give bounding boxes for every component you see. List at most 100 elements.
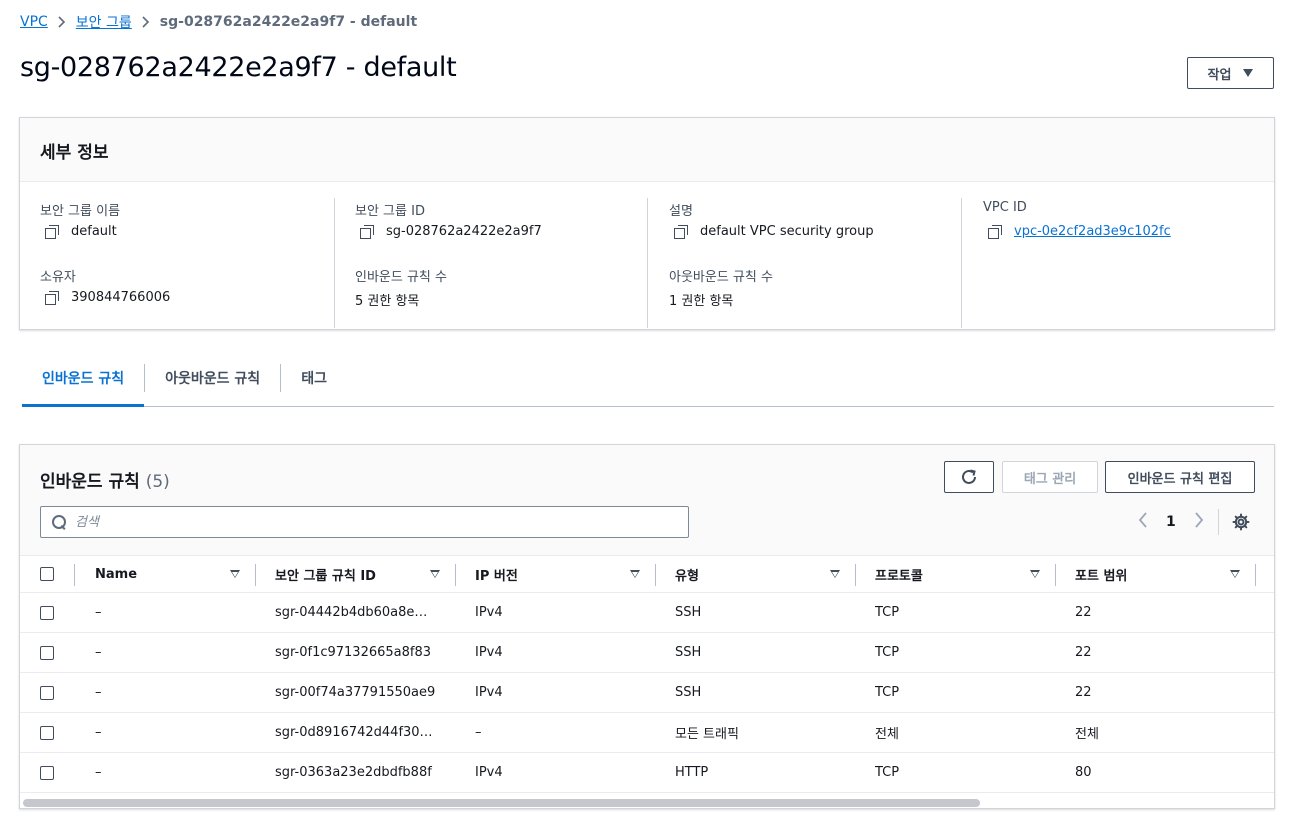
cell-rule-id: sgr-0363a23e2dbdfb88f xyxy=(275,765,432,780)
details-column-1: 보안 그룹 이름 default 소유자 390844766006 xyxy=(40,198,335,328)
table-row[interactable]: – sgr-0f1c97132665a8f83 IPv4 SSH TCP 22 xyxy=(20,633,1274,673)
column-header-name[interactable]: Name xyxy=(95,556,137,592)
column-divider xyxy=(74,564,75,586)
column-header-ip-version[interactable]: IP 버전 xyxy=(475,556,518,592)
sort-icon[interactable] xyxy=(1030,570,1040,578)
rules-count: (5) xyxy=(145,472,170,492)
description-label: 설명 xyxy=(669,204,693,219)
cell-port-range: 22 xyxy=(1075,685,1092,700)
cell-name: – xyxy=(95,725,102,740)
table-row[interactable]: – sgr-0363a23e2dbdfb88f IPv4 HTTP TCP 80 xyxy=(20,753,1274,793)
row-checkbox[interactable] xyxy=(40,605,54,620)
sg-name-text: default xyxy=(71,224,117,239)
actions-dropdown-button[interactable]: 작업 xyxy=(1187,57,1274,89)
sg-name-label: 보안 그룹 이름 xyxy=(40,204,121,219)
column-divider xyxy=(455,564,456,586)
row-select-cell xyxy=(40,593,54,632)
page-number[interactable]: 1 xyxy=(1166,514,1176,530)
refresh-button[interactable] xyxy=(944,461,994,493)
cell-ip-version: IPv4 xyxy=(475,765,503,780)
description-text: default VPC security group xyxy=(700,224,874,239)
inbound-count-label: 인바운드 규칙 수 xyxy=(355,270,447,285)
breadcrumb-current: sg-028762a2422e2a9f7 - default xyxy=(159,14,418,30)
tab-tags[interactable]: 태그 xyxy=(281,350,347,406)
cell-ip-version: IPv4 xyxy=(475,645,503,660)
column-header-port-range[interactable]: 포트 범위 xyxy=(1075,556,1127,592)
column-divider xyxy=(655,564,656,586)
inbound-rules-panel: 인바운드 규칙 (5) 태그 관리 인바운드 규칙 편집 1 xyxy=(19,444,1275,809)
cell-name: – xyxy=(95,605,102,620)
table-row[interactable]: – sgr-0d8916742d44f30… – 모든 트래픽 전체 전체 xyxy=(20,713,1274,753)
row-checkbox[interactable] xyxy=(40,725,54,740)
edit-inbound-rules-button[interactable]: 인바운드 규칙 편집 xyxy=(1105,461,1255,493)
rules-table: Name 보안 그룹 규칙 ID IP 버전 유형 프로토콜 포트 범위 – s… xyxy=(20,555,1274,793)
sort-icon[interactable] xyxy=(430,570,440,578)
details-column-3: 설명 default VPC security group 아웃바운드 규칙 수… xyxy=(647,198,961,328)
next-page-icon[interactable] xyxy=(1194,512,1204,532)
pager-divider xyxy=(1218,509,1219,535)
search-icon xyxy=(51,514,67,530)
cell-rule-id: sgr-00f74a37791550ae9 xyxy=(275,685,436,700)
column-divider xyxy=(255,564,256,586)
cell-name: – xyxy=(95,645,102,660)
rules-title: 인바운드 규칙 (5) xyxy=(40,467,170,492)
table-row[interactable]: – sgr-00f74a37791550ae9 IPv4 SSH TCP 22 xyxy=(20,673,1274,713)
cell-type: SSH xyxy=(675,605,702,620)
cell-ip-version: IPv4 xyxy=(475,605,503,620)
row-checkbox[interactable] xyxy=(40,645,54,660)
copy-icon[interactable] xyxy=(360,224,374,239)
horizontal-scrollbar[interactable] xyxy=(20,795,1274,808)
rules-title-text: 인바운드 규칙 xyxy=(40,472,140,492)
cell-protocol: TCP xyxy=(875,645,900,660)
column-header-rule-id[interactable]: 보안 그룹 규칙 ID xyxy=(275,556,376,592)
sort-icon[interactable] xyxy=(230,570,240,578)
manage-tags-button[interactable]: 태그 관리 xyxy=(1002,461,1098,493)
column-header-type[interactable]: 유형 xyxy=(675,556,699,592)
details-column-2: 보안 그룹 ID sg-028762a2422e2a9f7 인바운드 규칙 수 … xyxy=(334,198,648,328)
scrollbar-thumb[interactable] xyxy=(23,799,980,807)
cell-type: SSH xyxy=(675,645,702,660)
cell-protocol: TCP xyxy=(875,685,900,700)
column-divider xyxy=(1255,564,1256,586)
copy-icon[interactable] xyxy=(674,224,688,239)
column-header-protocol[interactable]: 프로토콜 xyxy=(875,556,923,592)
tab-outbound-rules[interactable]: 아웃바운드 규칙 xyxy=(145,350,280,406)
tab-bar: 인바운드 규칙 아웃바운드 규칙 태그 xyxy=(22,350,1274,407)
cell-type: 모든 트래픽 xyxy=(675,727,739,742)
cell-protocol: 전체 xyxy=(875,727,899,742)
search-input[interactable] xyxy=(75,514,655,530)
row-checkbox[interactable] xyxy=(40,685,54,700)
table-header: Name 보안 그룹 규칙 ID IP 버전 유형 프로토콜 포트 범위 xyxy=(20,555,1274,593)
table-row[interactable]: – sgr-04442b4db60a8e… IPv4 SSH TCP 22 xyxy=(20,593,1274,633)
row-select-cell xyxy=(40,713,54,752)
copy-icon[interactable] xyxy=(45,224,59,239)
chevron-right-icon xyxy=(132,16,160,28)
column-divider xyxy=(855,564,856,586)
breadcrumb-security-groups-link[interactable]: 보안 그룹 xyxy=(76,12,132,32)
copy-icon[interactable] xyxy=(45,290,59,305)
breadcrumb-vpc-link[interactable]: VPC xyxy=(20,14,48,30)
vpc-id-value: vpc-0e2cf2ad3e9c102fc xyxy=(988,224,1171,239)
sort-icon[interactable] xyxy=(1230,570,1240,578)
search-field[interactable] xyxy=(40,506,689,538)
copy-icon[interactable] xyxy=(988,224,1002,239)
tab-inbound-rules[interactable]: 인바운드 규칙 xyxy=(22,350,145,407)
owner-text: 390844766006 xyxy=(71,290,171,305)
sg-id-text: sg-028762a2422e2a9f7 xyxy=(386,224,542,239)
gear-icon[interactable] xyxy=(1232,513,1250,531)
select-all-checkbox[interactable] xyxy=(40,567,54,581)
vpc-id-link[interactable]: vpc-0e2cf2ad3e9c102fc xyxy=(1014,224,1171,239)
cell-name: – xyxy=(95,765,102,780)
cell-type: SSH xyxy=(675,685,702,700)
cell-port-range: 전체 xyxy=(1075,727,1099,742)
pagination: 1 xyxy=(1138,509,1204,535)
sg-name-value: default xyxy=(45,224,117,239)
sg-id-value: sg-028762a2422e2a9f7 xyxy=(360,224,542,239)
sort-icon[interactable] xyxy=(830,570,840,578)
previous-page-icon[interactable] xyxy=(1138,512,1148,532)
row-select-cell xyxy=(40,753,54,792)
sort-icon[interactable] xyxy=(630,570,640,578)
row-checkbox[interactable] xyxy=(40,765,54,780)
cell-port-range: 22 xyxy=(1075,605,1092,620)
cell-port-range: 80 xyxy=(1075,765,1092,780)
